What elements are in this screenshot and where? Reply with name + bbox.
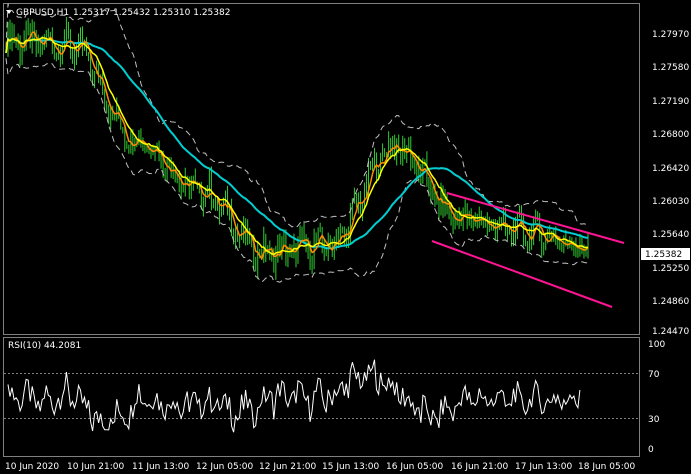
- price-tick: 1.26800: [652, 130, 689, 140]
- price-tick: 1.26420: [652, 164, 689, 174]
- current-price-label: 1.25382: [645, 250, 682, 260]
- time-tick: 16 Jun 05:00: [386, 462, 443, 472]
- time-tick: 16 Jun 21:00: [451, 462, 508, 472]
- rsi-frame: [3, 337, 640, 457]
- price-tick: 1.27970: [652, 30, 689, 40]
- time-tick: 10 Jun 21:00: [67, 462, 124, 472]
- time-tick: 15 Jun 13:00: [322, 462, 379, 472]
- time-tick: 11 Jun 13:00: [132, 462, 189, 472]
- price-tick: 1.24860: [652, 297, 689, 307]
- rsi-tick: 70: [648, 370, 660, 380]
- upper-band-line: [5, 3, 589, 229]
- rsi-line: [7, 359, 581, 433]
- rsi-axis: 100 70 30 0: [648, 340, 665, 455]
- price-axis: 1.27970 1.27580 1.27190 1.26800 1.26420 …: [641, 30, 690, 337]
- price-series-layer: [5, 3, 625, 308]
- rsi-tick: 0: [648, 445, 654, 455]
- price-tick: 1.27190: [652, 97, 689, 107]
- time-tick: 12 Jun 21:00: [259, 462, 316, 472]
- price-tick: 1.25250: [652, 264, 689, 274]
- price-tick: 1.25640: [652, 230, 689, 240]
- mid-ma-line: [5, 36, 589, 256]
- price-tick: 1.27580: [652, 63, 689, 73]
- main-chart-frame: [3, 3, 640, 335]
- chart-window[interactable]: GBPUSD,H1 1.25317 1.25432 1.25310 1.2538…: [0, 0, 691, 474]
- symbol-label: GBPUSD,H1: [16, 8, 69, 18]
- time-tick: 12 Jun 05:00: [196, 462, 253, 472]
- time-tick: 18 Jun 05:00: [578, 462, 635, 472]
- slow-ma-line: [5, 37, 589, 250]
- price-tick: 1.24470: [652, 327, 689, 337]
- price-tick: 1.26030: [652, 197, 689, 207]
- rsi-title: RSI(10) 44.2081: [8, 341, 81, 351]
- rsi-tick: 30: [648, 415, 660, 425]
- time-tick: 10 Jun 2020: [5, 462, 59, 472]
- time-axis: 10 Jun 2020 10 Jun 21:00 11 Jun 13:00 12…: [5, 462, 635, 472]
- rsi-tick: 100: [648, 340, 665, 350]
- ohlc-label: 1.25317 1.25432 1.25310 1.25382: [73, 8, 230, 18]
- rsi-line-layer: [7, 359, 581, 433]
- time-tick: 17 Jun 13:00: [515, 462, 572, 472]
- lower-trendline: [431, 240, 613, 308]
